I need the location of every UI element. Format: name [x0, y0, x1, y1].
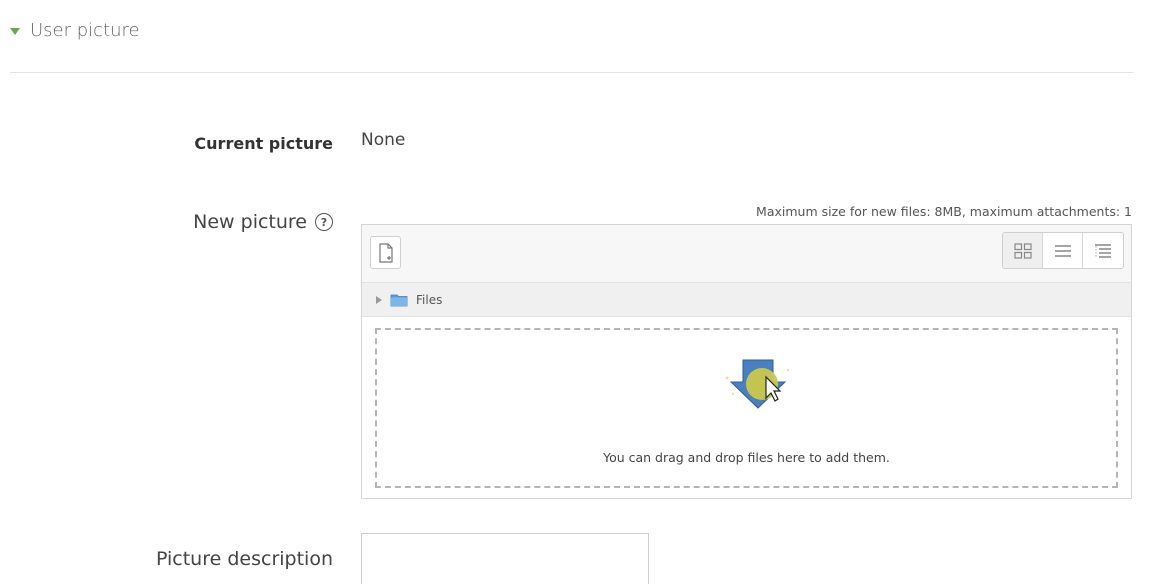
current-picture-value: None [361, 130, 406, 150]
max-size-info: Maximum size for new files: 8MB, maximum… [756, 204, 1132, 219]
view-icons-button[interactable] [1003, 233, 1043, 268]
add-file-button[interactable] [370, 236, 401, 269]
view-tree-button[interactable] [1083, 233, 1123, 268]
folder-icon [390, 294, 408, 306]
drop-zone-text: You can drag and drop files here to add … [603, 450, 890, 465]
download-arrow-icon [725, 359, 790, 409]
list-view-icon [1054, 244, 1071, 257]
file-drop-zone[interactable]: You can drag and drop files here to add … [375, 328, 1118, 488]
section-header-user-picture[interactable]: User picture [10, 20, 140, 41]
expand-arrow-icon[interactable] [376, 295, 382, 304]
file-manager-toolbar [362, 225, 1131, 283]
current-picture-label: Current picture [194, 134, 333, 153]
picture-description-input[interactable] [361, 533, 649, 584]
file-path-bar: Files [362, 283, 1131, 317]
help-icon[interactable]: ? [315, 213, 333, 231]
triangle-down-icon[interactable] [10, 28, 20, 35]
grid-view-icon [1013, 242, 1032, 259]
picture-description-label: Picture description [155, 548, 333, 570]
section-divider [10, 72, 1133, 73]
path-folder-label: Files [416, 292, 443, 307]
add-file-icon [378, 242, 393, 263]
file-manager: Files You can drag and drop files here t… [361, 224, 1132, 499]
section-title: User picture [30, 20, 140, 41]
view-list-button[interactable] [1043, 233, 1083, 268]
view-mode-group [1002, 232, 1124, 269]
new-picture-label-row: New picture ? [193, 211, 333, 233]
tree-view-icon [1095, 243, 1111, 258]
user-picture-page: User picture Current picture None New pi… [0, 0, 1168, 584]
new-picture-label: New picture [193, 211, 307, 233]
